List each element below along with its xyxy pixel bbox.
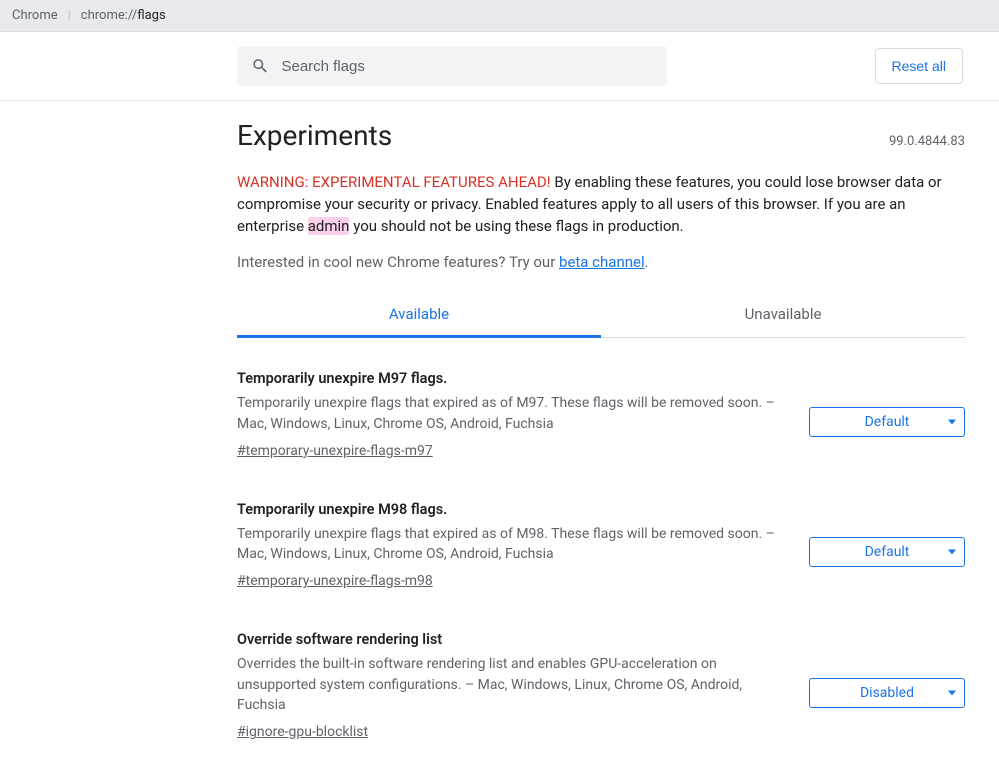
flag-title: Temporarily unexpire M98 flags. — [237, 501, 789, 518]
flag-select[interactable]: Default — [809, 407, 965, 437]
url-display: chrome://flags — [81, 8, 166, 23]
flag-item: Temporarily unexpire M97 flags. Temporari… — [237, 370, 965, 459]
flag-anchor-link[interactable]: #temporary-unexpire-flags-m98 — [237, 573, 433, 589]
flag-text: Override software rendering list Override… — [237, 631, 789, 740]
search-box[interactable] — [237, 46, 667, 86]
flags-list: Temporarily unexpire M97 flags. Temporari… — [237, 370, 965, 740]
beta-prefix: Interested in cool new Chrome features? … — [237, 253, 559, 271]
flag-select-wrap: Disabled — [809, 631, 965, 740]
flag-description: Overrides the built-in software renderin… — [237, 654, 789, 715]
beta-channel-link[interactable]: beta channel — [559, 253, 645, 271]
tab-unavailable[interactable]: Unavailable — [601, 293, 965, 337]
flag-anchor-link[interactable]: #ignore-gpu-blocklist — [237, 724, 368, 740]
flag-title: Temporarily unexpire M97 flags. — [237, 370, 789, 387]
warning-label: WARNING: EXPERIMENTAL FEATURES AHEAD! — [237, 173, 551, 191]
flag-item: Temporarily unexpire M98 flags. Temporari… — [237, 501, 965, 590]
main-content: Experiments 99.0.4844.83 WARNING: EXPERI… — [237, 101, 965, 740]
beta-line: Interested in cool new Chrome features? … — [237, 253, 965, 271]
beta-suffix: . — [645, 253, 649, 271]
reset-all-button[interactable]: Reset all — [875, 48, 963, 84]
chevron-down-icon — [948, 690, 956, 695]
flag-select[interactable]: Disabled — [809, 678, 965, 708]
warning-body-2: you should not be using these flags in p… — [349, 217, 683, 235]
flag-select-wrap: Default — [809, 370, 965, 459]
browser-chrome-bar: Chrome | chrome://flags — [0, 0, 999, 32]
separator: | — [68, 8, 71, 23]
tabs: Available Unavailable — [237, 293, 965, 338]
chevron-down-icon — [948, 419, 956, 424]
flag-description: Temporarily unexpire flags that expired … — [237, 393, 789, 434]
url-path: flags — [137, 8, 165, 23]
flag-select-value: Default — [865, 544, 910, 560]
chevron-down-icon — [948, 550, 956, 555]
toolbar-row: Reset all — [0, 32, 999, 101]
page-title: Experiments — [237, 119, 392, 152]
flag-item: Override software rendering list Override… — [237, 631, 965, 740]
flag-anchor-link[interactable]: #temporary-unexpire-flags-m97 — [237, 443, 433, 459]
flag-text: Temporarily unexpire M98 flags. Temporari… — [237, 501, 789, 590]
browser-app-name: Chrome — [12, 8, 58, 23]
tab-available[interactable]: Available — [237, 293, 601, 338]
highlight-admin: admin — [308, 217, 350, 235]
search-icon — [251, 56, 269, 76]
version-label: 99.0.4844.83 — [889, 134, 965, 149]
title-row: Experiments 99.0.4844.83 — [237, 119, 965, 152]
url-scheme: chrome:// — [81, 8, 137, 23]
flag-text: Temporarily unexpire M97 flags. Temporari… — [237, 370, 789, 459]
warning-text: WARNING: EXPERIMENTAL FEATURES AHEAD! By… — [237, 172, 965, 237]
flag-title: Override software rendering list — [237, 631, 789, 648]
flag-description: Temporarily unexpire flags that expired … — [237, 524, 789, 565]
flag-select[interactable]: Default — [809, 537, 965, 567]
flag-select-wrap: Default — [809, 501, 965, 590]
search-input[interactable] — [281, 58, 653, 75]
flag-select-value: Default — [865, 414, 910, 430]
flag-select-value: Disabled — [860, 685, 914, 701]
